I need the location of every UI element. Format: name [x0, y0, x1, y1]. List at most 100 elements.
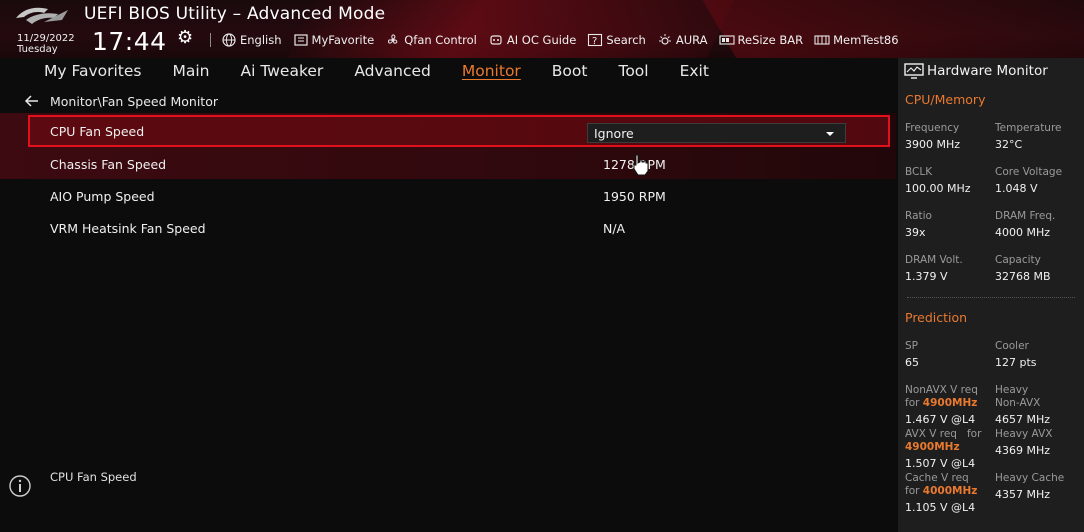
section-title-cpu-memory: CPU/Memory — [905, 92, 986, 107]
hw-label: Heavy Cache — [995, 472, 1065, 484]
hw-label: Cache V req — [905, 472, 969, 484]
hw-value: 65 — [905, 356, 919, 369]
header-bar: UEFI BIOS Utility – Advanced Mode 11/29/… — [0, 0, 1084, 58]
hw-label: BCLK — [905, 166, 933, 178]
toolbar-qfan-label: Qfan Control — [404, 33, 477, 47]
toolbar-qfan-control[interactable]: Qfan Control — [385, 33, 477, 47]
clock-settings-gear-icon[interactable]: ⚙ — [177, 27, 193, 48]
hw-label: Frequency — [905, 122, 960, 134]
hw-label-freq: 4900MHz — [905, 441, 960, 453]
hw-cooler: Cooler 127 pts — [995, 340, 1084, 370]
memtest-icon — [814, 35, 830, 45]
globe-icon — [222, 33, 236, 47]
hw-value: 1.467 V @L4 — [905, 413, 976, 426]
section-divider — [907, 297, 1075, 298]
section-title-prediction: Prediction — [905, 310, 968, 325]
hw-value: 32°C — [995, 138, 1023, 151]
hw-value: 4369 MHz — [995, 444, 1051, 457]
toolbar-memtest86[interactable]: MemTest86 — [814, 33, 899, 47]
setting-value: N/A — [603, 221, 626, 236]
hw-label: Cooler — [995, 340, 1029, 352]
hand-cursor-icon — [633, 154, 649, 176]
toolbar-search-label: Search — [606, 33, 646, 47]
setting-label: Chassis Fan Speed — [50, 157, 167, 172]
app-title: UEFI BIOS Utility – Advanced Mode — [84, 4, 386, 24]
rog-logo-icon — [16, 7, 68, 24]
hw-label-line: AVX V req for — [905, 428, 982, 440]
tab-ai-tweaker[interactable]: Ai Tweaker — [241, 62, 324, 84]
hw-value: 3900 MHz — [905, 138, 961, 151]
tab-exit[interactable]: Exit — [680, 62, 709, 84]
toolbar-search[interactable]: ? Search — [587, 33, 646, 47]
setting-label: VRM Heatsink Fan Speed — [50, 221, 206, 236]
toolbar-myfavorite-label: MyFavorite — [311, 33, 375, 47]
hw-heavy-avx: Heavy AVX 4369 MHz — [995, 428, 1084, 458]
hw-label-freq: for 4000MHz — [905, 485, 978, 497]
cpu-fan-speed-dropdown[interactable]: Ignore — [587, 123, 846, 143]
hw-label: Capacity — [995, 254, 1041, 266]
hw-value: 4000 MHz — [995, 226, 1051, 239]
hw-label: DRAM Volt. — [905, 254, 963, 266]
setting-row-chassis-fan-speed[interactable]: Chassis Fan Speed 1278 RPM — [28, 148, 890, 180]
hw-label-freq: for 4900MHz — [905, 397, 978, 409]
hw-avx-v-req: AVX V req for 4900MHz 1.507 V @L4 — [905, 428, 997, 471]
hw-value: 32768 MB — [995, 270, 1051, 283]
toolbar-aura-label: AURA — [675, 33, 708, 47]
toolbar-resize-bar[interactable]: ReSize BAR — [718, 33, 804, 47]
tab-boot[interactable]: Boot — [552, 62, 588, 84]
toolbar-divider — [210, 33, 211, 47]
date-text: 11/29/2022 — [17, 33, 75, 44]
toolbar-ai-oc-label: AI OC Guide — [506, 33, 577, 47]
hw-label: Heavy AVX — [995, 428, 1053, 440]
tab-tool[interactable]: Tool — [618, 62, 648, 84]
toolbar-myfavorite[interactable]: MyFavorite — [293, 33, 375, 47]
setting-row-vrm-heatsink-fan-speed[interactable]: VRM Heatsink Fan Speed N/A — [28, 212, 890, 244]
hardware-monitor-header: Hardware Monitor — [898, 58, 1084, 84]
toolbar-aura[interactable]: AURA — [657, 33, 708, 47]
help-description: CPU Fan Speed — [50, 470, 137, 484]
hw-value: 1.048 V — [995, 182, 1038, 195]
toolbar-ai-oc-guide[interactable]: AI OC Guide — [488, 33, 576, 47]
setting-value: 1950 RPM — [603, 189, 666, 204]
hw-value: 1.105 V @L4 — [905, 501, 976, 514]
ai-oc-icon — [490, 35, 502, 45]
toolbar-resize-bar-label: ReSize BAR — [737, 33, 804, 47]
hw-value: 100.00 MHz — [905, 182, 971, 195]
tab-my-favorites[interactable]: My Favorites — [44, 62, 142, 84]
tab-advanced[interactable]: Advanced — [354, 62, 431, 84]
monitor-icon — [904, 63, 924, 79]
hw-value: 127 pts — [995, 356, 1037, 369]
setting-row-aio-pump-speed[interactable]: AIO Pump Speed 1950 RPM — [28, 180, 890, 212]
toolbar-english-label: English — [240, 33, 282, 47]
clock-display: 17:44 — [92, 27, 167, 56]
tab-monitor[interactable]: Monitor — [462, 62, 521, 84]
hw-value: 1.379 V — [905, 270, 948, 283]
hw-label-2: Non-AVX — [995, 397, 1041, 409]
tab-main[interactable]: Main — [173, 62, 210, 84]
hw-sp: SP 65 — [905, 340, 997, 370]
back-arrow-icon[interactable] — [24, 93, 40, 109]
hw-value: 1.507 V @L4 — [905, 457, 976, 470]
toolbar: English MyFavorite Qfan Control AI OC Gu… — [221, 32, 910, 48]
hw-label: Core Voltage — [995, 166, 1063, 178]
header-decoration — [696, 0, 1084, 58]
aura-icon — [658, 34, 671, 45]
svg-text:?: ? — [592, 36, 597, 47]
fan-icon — [388, 34, 398, 44]
hw-label: Heavy — [995, 384, 1029, 396]
toolbar-english[interactable]: English — [221, 33, 282, 47]
setting-row-cpu-fan-speed[interactable]: CPU Fan Speed Ignore — [28, 115, 890, 147]
hw-bclk: BCLK 100.00 MHz — [905, 166, 997, 196]
day-text: Tuesday — [17, 44, 58, 55]
hw-label: SP — [905, 340, 918, 352]
hw-core-voltage: Core Voltage 1.048 V — [995, 166, 1084, 196]
hw-nonavx-v-req: NonAVX V req for 4900MHz 1.467 V @L4 — [905, 384, 997, 427]
hardware-monitor-title: Hardware Monitor — [927, 63, 1048, 79]
search-icon: ? — [588, 33, 603, 47]
hw-heavy-cache: Heavy Cache 4357 MHz — [995, 472, 1084, 502]
hw-value: 4357 MHz — [995, 488, 1051, 501]
setting-label: AIO Pump Speed — [50, 189, 155, 204]
hw-label: Temperature — [995, 122, 1062, 134]
hw-dram-volt: DRAM Volt. 1.379 V — [905, 254, 997, 284]
chevron-down-icon — [826, 132, 834, 136]
